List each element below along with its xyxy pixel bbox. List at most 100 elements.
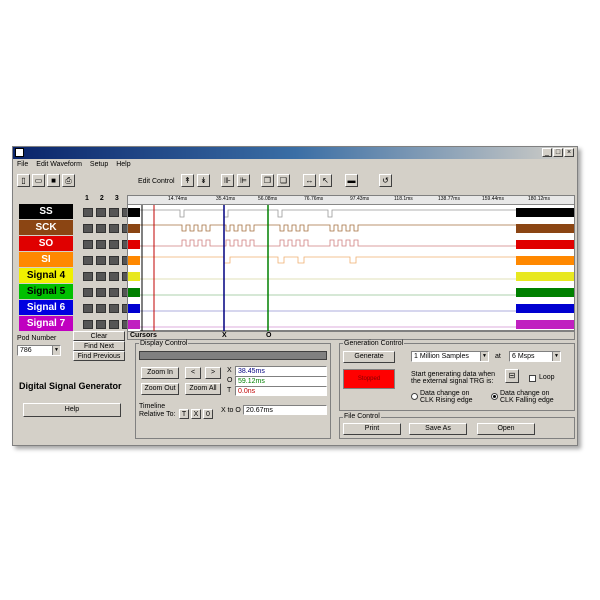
- align-right-icon[interactable]: ⊫: [237, 174, 250, 187]
- cursor-split-icon[interactable]: ↔: [303, 174, 316, 187]
- scroll-right-button[interactable]: >: [205, 367, 221, 379]
- sck-trace: [140, 224, 574, 232]
- waveform-display[interactable]: 14.74ms 35.41ms 56.08ms 76.76ms 97.43ms …: [127, 195, 575, 331]
- pod-number-select[interactable]: 786 ▼: [17, 345, 61, 356]
- highlight-icon[interactable]: ▬: [345, 174, 358, 187]
- si-trace: [140, 256, 574, 264]
- signal-label-4[interactable]: Signal 4: [19, 268, 73, 283]
- x-to-o-field[interactable]: 20.67ms: [243, 405, 327, 415]
- menu-file[interactable]: File: [17, 160, 28, 170]
- undo-icon[interactable]: ↺: [379, 174, 392, 187]
- print-icon[interactable]: ⎙: [62, 174, 75, 187]
- chevron-down-icon[interactable]: ▼: [480, 352, 488, 361]
- save-disk-icon[interactable]: ■: [47, 174, 60, 187]
- clear-button[interactable]: Clear: [73, 331, 125, 341]
- pod-cell[interactable]: [83, 271, 93, 281]
- pod-cell[interactable]: [96, 207, 106, 217]
- move-up-icon[interactable]: ↟: [181, 174, 194, 187]
- pod-cell[interactable]: [109, 287, 119, 297]
- align-left-icon[interactable]: ⊪: [221, 174, 234, 187]
- rising-edge-radio[interactable]: [411, 393, 418, 400]
- generate-button[interactable]: Generate: [343, 351, 395, 363]
- ruler-tick: 118.1ms: [394, 196, 413, 202]
- pod-cell[interactable]: [83, 239, 93, 249]
- open-button[interactable]: Open: [477, 423, 535, 435]
- pod-cell[interactable]: [96, 287, 106, 297]
- pod-cell[interactable]: [109, 255, 119, 265]
- pod-cell[interactable]: [96, 239, 106, 249]
- find-previous-button[interactable]: Find Previous: [73, 351, 125, 361]
- x-time-field[interactable]: 38.45ms: [235, 366, 327, 376]
- zoom-in-button[interactable]: Zoom In: [141, 367, 179, 379]
- pod-cell[interactable]: [83, 287, 93, 297]
- t-time-field[interactable]: 0.0ns: [235, 386, 327, 396]
- ruler-tick: 14.74ms: [168, 196, 188, 202]
- pod-cell[interactable]: [109, 223, 119, 233]
- new-file-icon[interactable]: ▯: [17, 174, 30, 187]
- signal-label-7[interactable]: Signal 7: [19, 316, 73, 331]
- chevron-down-icon[interactable]: ▼: [52, 346, 60, 355]
- relative-x-button[interactable]: X: [191, 409, 201, 419]
- app-window: _ □ × File Edit Waveform Setup Help ▯ ▭ …: [12, 146, 578, 446]
- signal-label-sck[interactable]: SCK: [19, 220, 73, 235]
- cursor-x-handle[interactable]: X: [222, 332, 227, 339]
- pointer-icon[interactable]: ↖: [319, 174, 332, 187]
- si-end-swatch: [516, 256, 574, 265]
- pod-cell[interactable]: [109, 271, 119, 281]
- help-button[interactable]: Help: [23, 403, 121, 417]
- signal-label-so[interactable]: SO: [19, 236, 73, 251]
- minimize-button[interactable]: _: [542, 148, 552, 157]
- menu-edit-waveform[interactable]: Edit Waveform: [36, 160, 82, 170]
- save-as-button[interactable]: Save As: [409, 423, 467, 435]
- menu-setup[interactable]: Setup: [90, 160, 108, 170]
- signal-label-si[interactable]: SI: [19, 252, 73, 267]
- zoom-all-button[interactable]: Zoom All: [185, 383, 221, 395]
- menu-help[interactable]: Help: [116, 160, 130, 170]
- pod-cell[interactable]: [109, 303, 119, 313]
- relative-o-button[interactable]: 0: [203, 409, 213, 419]
- pod-cell[interactable]: [109, 207, 119, 217]
- pod-cell[interactable]: [96, 271, 106, 281]
- scroll-left-button[interactable]: <: [185, 367, 201, 379]
- chevron-down-icon[interactable]: ▼: [552, 352, 560, 361]
- pod-cell[interactable]: [83, 303, 93, 313]
- close-button[interactable]: ×: [564, 148, 574, 157]
- falling-edge-radio[interactable]: [491, 393, 498, 400]
- so-trace: [140, 239, 574, 247]
- pod-cell[interactable]: [83, 319, 93, 329]
- pod-cell[interactable]: [83, 223, 93, 233]
- relative-t-button[interactable]: T: [179, 409, 189, 419]
- time-ruler: 14.74ms 35.41ms 56.08ms 76.76ms 97.43ms …: [128, 196, 574, 205]
- pod-cell[interactable]: [96, 255, 106, 265]
- generation-control-title: Generation Control: [343, 340, 405, 347]
- paste-icon[interactable]: ❏: [277, 174, 290, 187]
- pod-cell[interactable]: [109, 319, 119, 329]
- cursor-o-handle[interactable]: O: [266, 332, 271, 339]
- pod-cell[interactable]: [109, 239, 119, 249]
- print-button[interactable]: Print: [343, 423, 401, 435]
- loop-checkbox[interactable]: [529, 375, 536, 382]
- trigger-level-icon[interactable]: ⊟: [505, 369, 519, 383]
- signal-label-6[interactable]: Signal 6: [19, 300, 73, 315]
- pod-cell[interactable]: [83, 255, 93, 265]
- pod-cell[interactable]: [96, 223, 106, 233]
- ss-end-swatch: [516, 208, 574, 217]
- zoom-out-button[interactable]: Zoom Out: [141, 383, 179, 395]
- rate-select[interactable]: 6 Msps ▼: [509, 351, 561, 362]
- find-next-button[interactable]: Find Next: [73, 341, 125, 351]
- so-end-swatch: [516, 240, 574, 249]
- pod-cell[interactable]: [96, 303, 106, 313]
- open-folder-icon[interactable]: ▭: [32, 174, 45, 187]
- o-time-field[interactable]: 59.12ms: [235, 376, 327, 386]
- overview-scrollbar[interactable]: [139, 351, 327, 360]
- ss-trace: [140, 209, 574, 218]
- pod-cell[interactable]: [96, 319, 106, 329]
- samples-select[interactable]: 1 Million Samples ▼: [411, 351, 489, 362]
- cursor-bar[interactable]: Cursors X O: [127, 331, 575, 340]
- copy-icon[interactable]: ❐: [261, 174, 274, 187]
- signal-label-5[interactable]: Signal 5: [19, 284, 73, 299]
- move-down-icon[interactable]: ↡: [197, 174, 210, 187]
- signal-label-ss[interactable]: SS: [19, 204, 73, 219]
- maximize-button[interactable]: □: [553, 148, 563, 157]
- pod-cell[interactable]: [83, 207, 93, 217]
